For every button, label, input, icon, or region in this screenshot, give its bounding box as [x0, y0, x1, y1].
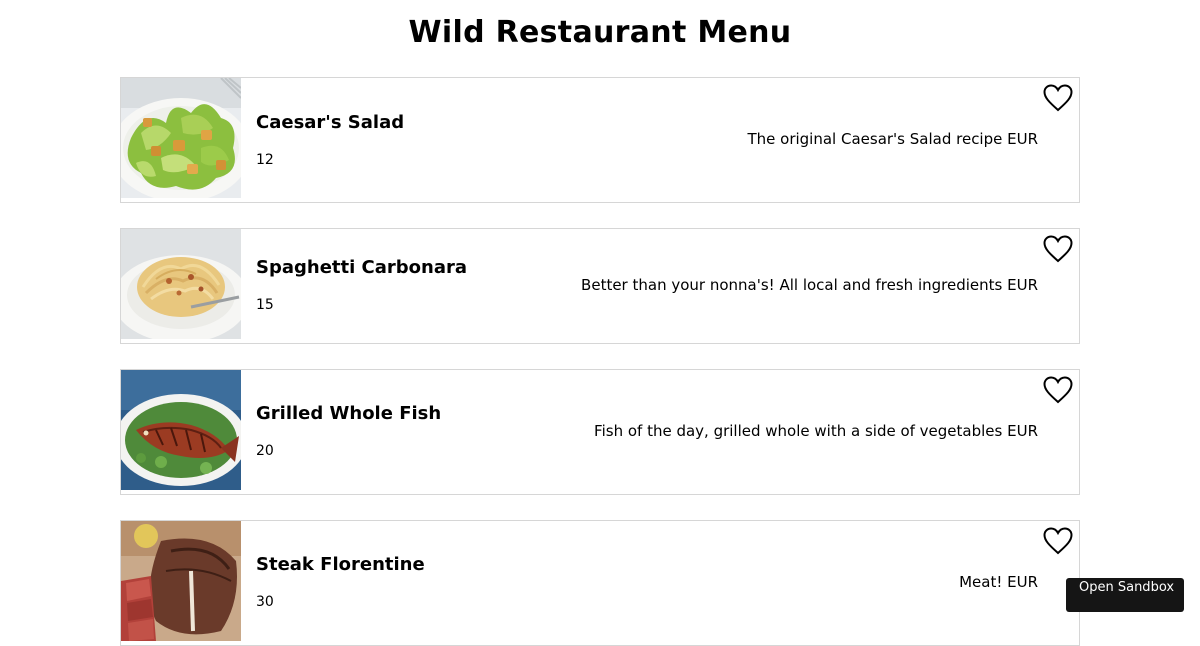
- heart-outline-icon: [1043, 527, 1073, 555]
- dish-price: 15: [256, 297, 274, 313]
- menu-item-grilled-whole-fish: Grilled Whole Fish 20 Fish of the day, g…: [120, 369, 1080, 495]
- favorite-button[interactable]: [1043, 527, 1073, 555]
- favorite-button[interactable]: [1043, 235, 1073, 263]
- heart-outline-icon: [1043, 235, 1073, 263]
- dish-description: The original Caesar's Salad recipe EUR: [747, 130, 1038, 148]
- menu-item-spaghetti-carbonara: Spaghetti Carbonara 15 Better than your …: [120, 228, 1080, 344]
- menu-item-caesars-salad: Caesar's Salad 12 The original Caesar's …: [120, 77, 1080, 203]
- caesar-salad-photo: [121, 78, 241, 198]
- steak-florentine-photo: [121, 521, 241, 641]
- dish-description: Fish of the day, grilled whole with a si…: [594, 422, 1038, 440]
- dish-price: 30: [256, 594, 274, 610]
- heart-outline-icon: [1043, 84, 1073, 112]
- page-title: Wild Restaurant Menu: [408, 15, 792, 50]
- open-sandbox-button[interactable]: Open Sandbox: [1066, 578, 1184, 612]
- dish-description: Better than your nonna's! All local and …: [581, 276, 1038, 294]
- dish-description: Meat! EUR: [959, 573, 1038, 591]
- dish-price: 20: [256, 443, 274, 459]
- heart-outline-icon: [1043, 376, 1073, 404]
- spaghetti-carbonara-photo: [121, 229, 241, 339]
- favorite-button[interactable]: [1043, 376, 1073, 404]
- favorite-button[interactable]: [1043, 84, 1073, 112]
- dish-name: Caesar's Salad: [256, 112, 405, 133]
- dish-name: Grilled Whole Fish: [256, 403, 442, 424]
- dish-name: Spaghetti Carbonara: [256, 257, 468, 278]
- dish-name: Steak Florentine: [256, 554, 425, 575]
- grilled-fish-photo: [121, 370, 241, 490]
- dish-price: 12: [256, 152, 274, 168]
- menu-item-steak-florentine: Steak Florentine 30 Meat! EUR: [120, 520, 1080, 646]
